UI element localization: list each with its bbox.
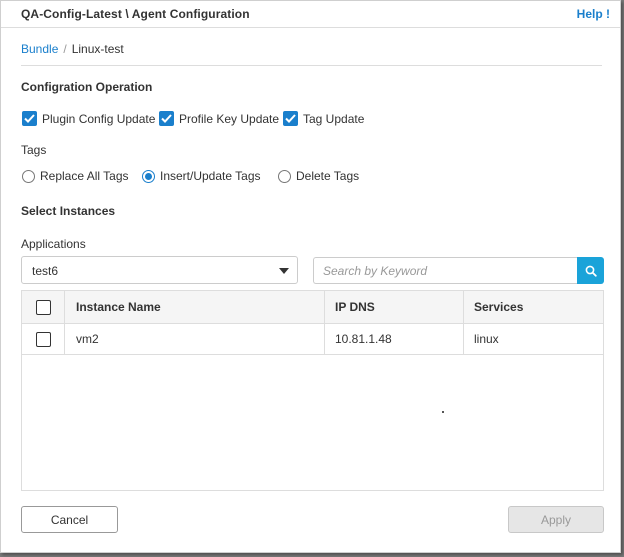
radio-on-icon [142,169,155,183]
profile-key-update-label: Profile Key Update [179,111,280,126]
radio-off-icon [278,169,291,183]
row-checkbox[interactable] [35,331,51,347]
stray-dot [442,411,444,413]
keyword-search-field [313,257,577,284]
apply-button[interactable]: Apply [508,506,604,533]
agent-configuration-dialog: QA-Config-Latest \ Agent Configuration H… [0,0,621,553]
tag-update-label: Tag Update [303,111,365,126]
replace-all-tags-radio[interactable]: Replace All Tags [22,169,129,183]
config-operation-heading: Configration Operation [21,80,153,94]
search-button[interactable] [577,257,604,284]
delete-tags-radio[interactable]: Delete Tags [278,169,359,183]
plugin-config-update-label: Plugin Config Update [42,111,156,126]
delete-tags-label: Delete Tags [296,169,360,183]
column-header-services[interactable]: Services [464,291,603,323]
row-select-cell [22,324,65,354]
replace-all-tags-label: Replace All Tags [40,169,129,183]
dialog-title: QA-Config-Latest \ Agent Configuration [21,7,250,21]
help-link[interactable]: Help ! [577,7,610,21]
divider [21,65,602,66]
plugin-config-update-checkbox[interactable]: Plugin Config Update [22,111,155,126]
select-instances-heading: Select Instances [21,204,116,218]
table-header: Instance Name IP DNS Services [22,291,603,324]
column-header-instance-name[interactable]: Instance Name [65,291,325,323]
profile-key-update-checkbox[interactable]: Profile Key Update [159,111,279,126]
ip-dns-cell: 10.81.1.48 [325,324,464,354]
breadcrumb-current: Linux-test [71,42,124,56]
tags-heading: Tags [21,143,47,157]
dialog-header: QA-Config-Latest \ Agent Configuration H… [1,1,620,28]
instances-table: Instance Name IP DNS Services vm2 10.81.… [21,290,604,491]
applications-dropdown[interactable]: test6 [21,256,298,284]
column-header-ip-dns[interactable]: IP DNS [325,291,464,323]
select-all-cell [22,291,65,323]
table-row[interactable]: vm2 10.81.1.48 linux [22,324,603,355]
tag-update-checkbox[interactable]: Tag Update [283,111,364,126]
breadcrumb-separator: / [63,42,67,56]
breadcrumb: Bundle / Linux-test [21,42,124,56]
instance-name-cell: vm2 [65,324,325,354]
search-icon [585,265,597,277]
cancel-button[interactable]: Cancel [21,506,118,533]
insert-update-tags-label: Insert/Update Tags [160,169,261,183]
radio-off-icon [22,169,35,183]
applications-selected-value: test6 [32,264,59,278]
checkmark-icon [22,111,37,126]
services-cell: linux [474,332,499,346]
caret-down-icon [279,268,289,274]
applications-label: Applications [21,237,86,251]
search-input[interactable] [314,258,577,283]
checkmark-icon [283,111,298,126]
select-all-checkbox[interactable] [35,299,51,315]
breadcrumb-bundle-link[interactable]: Bundle [21,42,58,56]
insert-update-tags-radio[interactable]: Insert/Update Tags [142,169,261,183]
checkmark-icon [159,111,174,126]
